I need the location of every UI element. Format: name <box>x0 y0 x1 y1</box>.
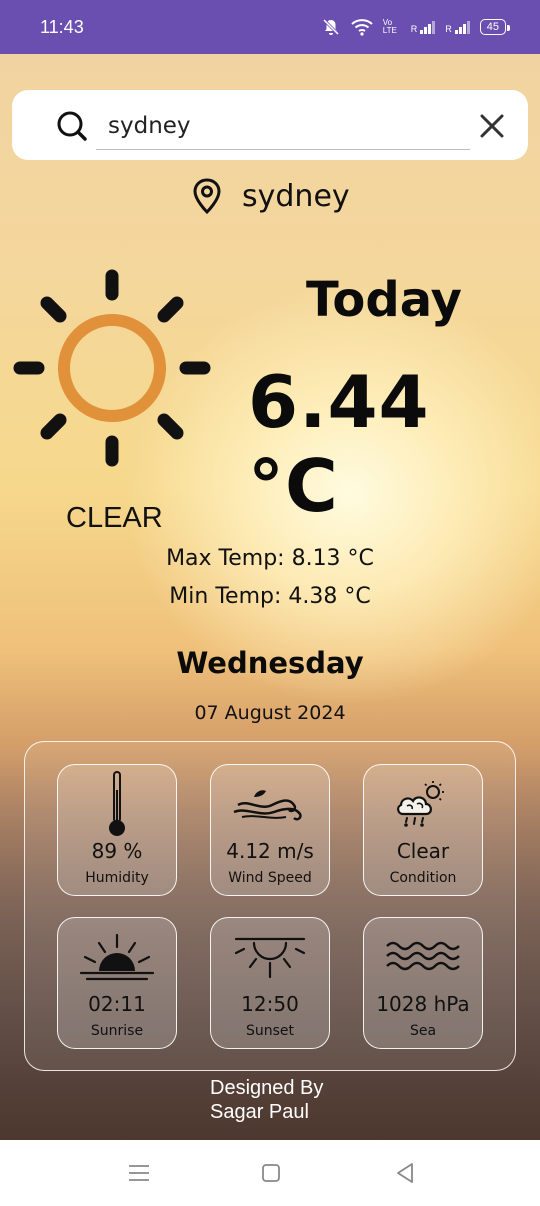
sunset-label: Sunset <box>245 1023 295 1039</box>
weekday: Wednesday <box>176 646 364 680</box>
location-city: sydney <box>242 178 350 214</box>
location-row: sydney <box>192 178 350 214</box>
sunrise-card: 02:11 Sunrise <box>57 917 177 1049</box>
battery-icon: 45 <box>479 19 511 35</box>
status-time: 11:43 <box>40 16 84 37</box>
search-icon[interactable] <box>56 110 88 142</box>
sun-icon <box>13 269 211 467</box>
max-temp: Max Temp: 8.13 °C <box>166 546 374 571</box>
sunset-value: 12:50 <box>241 992 299 1016</box>
sunrise-label: Sunrise <box>90 1023 144 1039</box>
sunset-card: 12:50 Sunset <box>210 917 330 1049</box>
date: 07 August 2024 <box>194 702 346 724</box>
min-temp: Min Temp: 4.38 °C <box>169 584 371 609</box>
current-temperature: 6.44 °C <box>248 360 430 528</box>
humidity-label: Humidity <box>85 870 149 886</box>
signal-icon-2: R <box>445 20 470 34</box>
signal-icon: R <box>411 20 436 34</box>
close-icon[interactable] <box>478 112 506 140</box>
cloud-sun-rain-icon <box>397 781 444 827</box>
back-icon[interactable] <box>390 1158 420 1188</box>
menu-icon[interactable] <box>124 1158 154 1188</box>
condition-value: Clear <box>396 839 450 863</box>
battery-level: 45 <box>486 21 499 33</box>
details-panel: 89 % Humidity 4.12 m/s Wind Speed Clear … <box>24 741 516 1071</box>
weather-condition: CLEAR <box>66 502 163 534</box>
sea-card: 1028 hPa Sea <box>363 917 483 1049</box>
status-bar: 11:43 Vo LTE R R 45 <box>0 0 540 54</box>
search-input[interactable] <box>96 102 470 150</box>
waves-icon <box>386 941 460 971</box>
thermometer-icon <box>109 771 125 836</box>
search-bar <box>12 90 528 160</box>
sunrise-value: 02:11 <box>88 992 146 1016</box>
volte-indicator: Vo LTE <box>382 18 397 35</box>
wind-value: 4.12 m/s <box>226 839 314 863</box>
location-pin-icon <box>193 178 221 214</box>
wifi-icon <box>351 19 373 36</box>
mute-icon <box>322 18 339 36</box>
system-navigation-bar <box>0 1140 540 1206</box>
condition-card: Clear Condition <box>363 764 483 896</box>
footer-credit: Designed By Sagar Paul <box>210 1076 323 1124</box>
sea-pressure-value: 1028 hPa <box>376 992 470 1016</box>
home-icon[interactable] <box>256 1158 286 1188</box>
condition-label: Condition <box>389 870 457 886</box>
wind-icon <box>233 790 302 821</box>
wind-label: Wind Speed <box>228 870 312 886</box>
footer-line-1: Designed By <box>210 1077 324 1099</box>
today-heading: Today <box>306 272 462 328</box>
wind-card: 4.12 m/s Wind Speed <box>210 764 330 896</box>
sea-label: Sea <box>409 1023 437 1039</box>
humidity-card: 89 % Humidity <box>57 764 177 896</box>
sunrise-icon <box>79 933 155 981</box>
status-icons: Vo LTE R R 45 <box>321 17 511 37</box>
sunset-icon <box>234 937 306 979</box>
footer-line-2: Sagar Paul <box>210 1101 309 1123</box>
humidity-value: 89 % <box>91 839 143 863</box>
